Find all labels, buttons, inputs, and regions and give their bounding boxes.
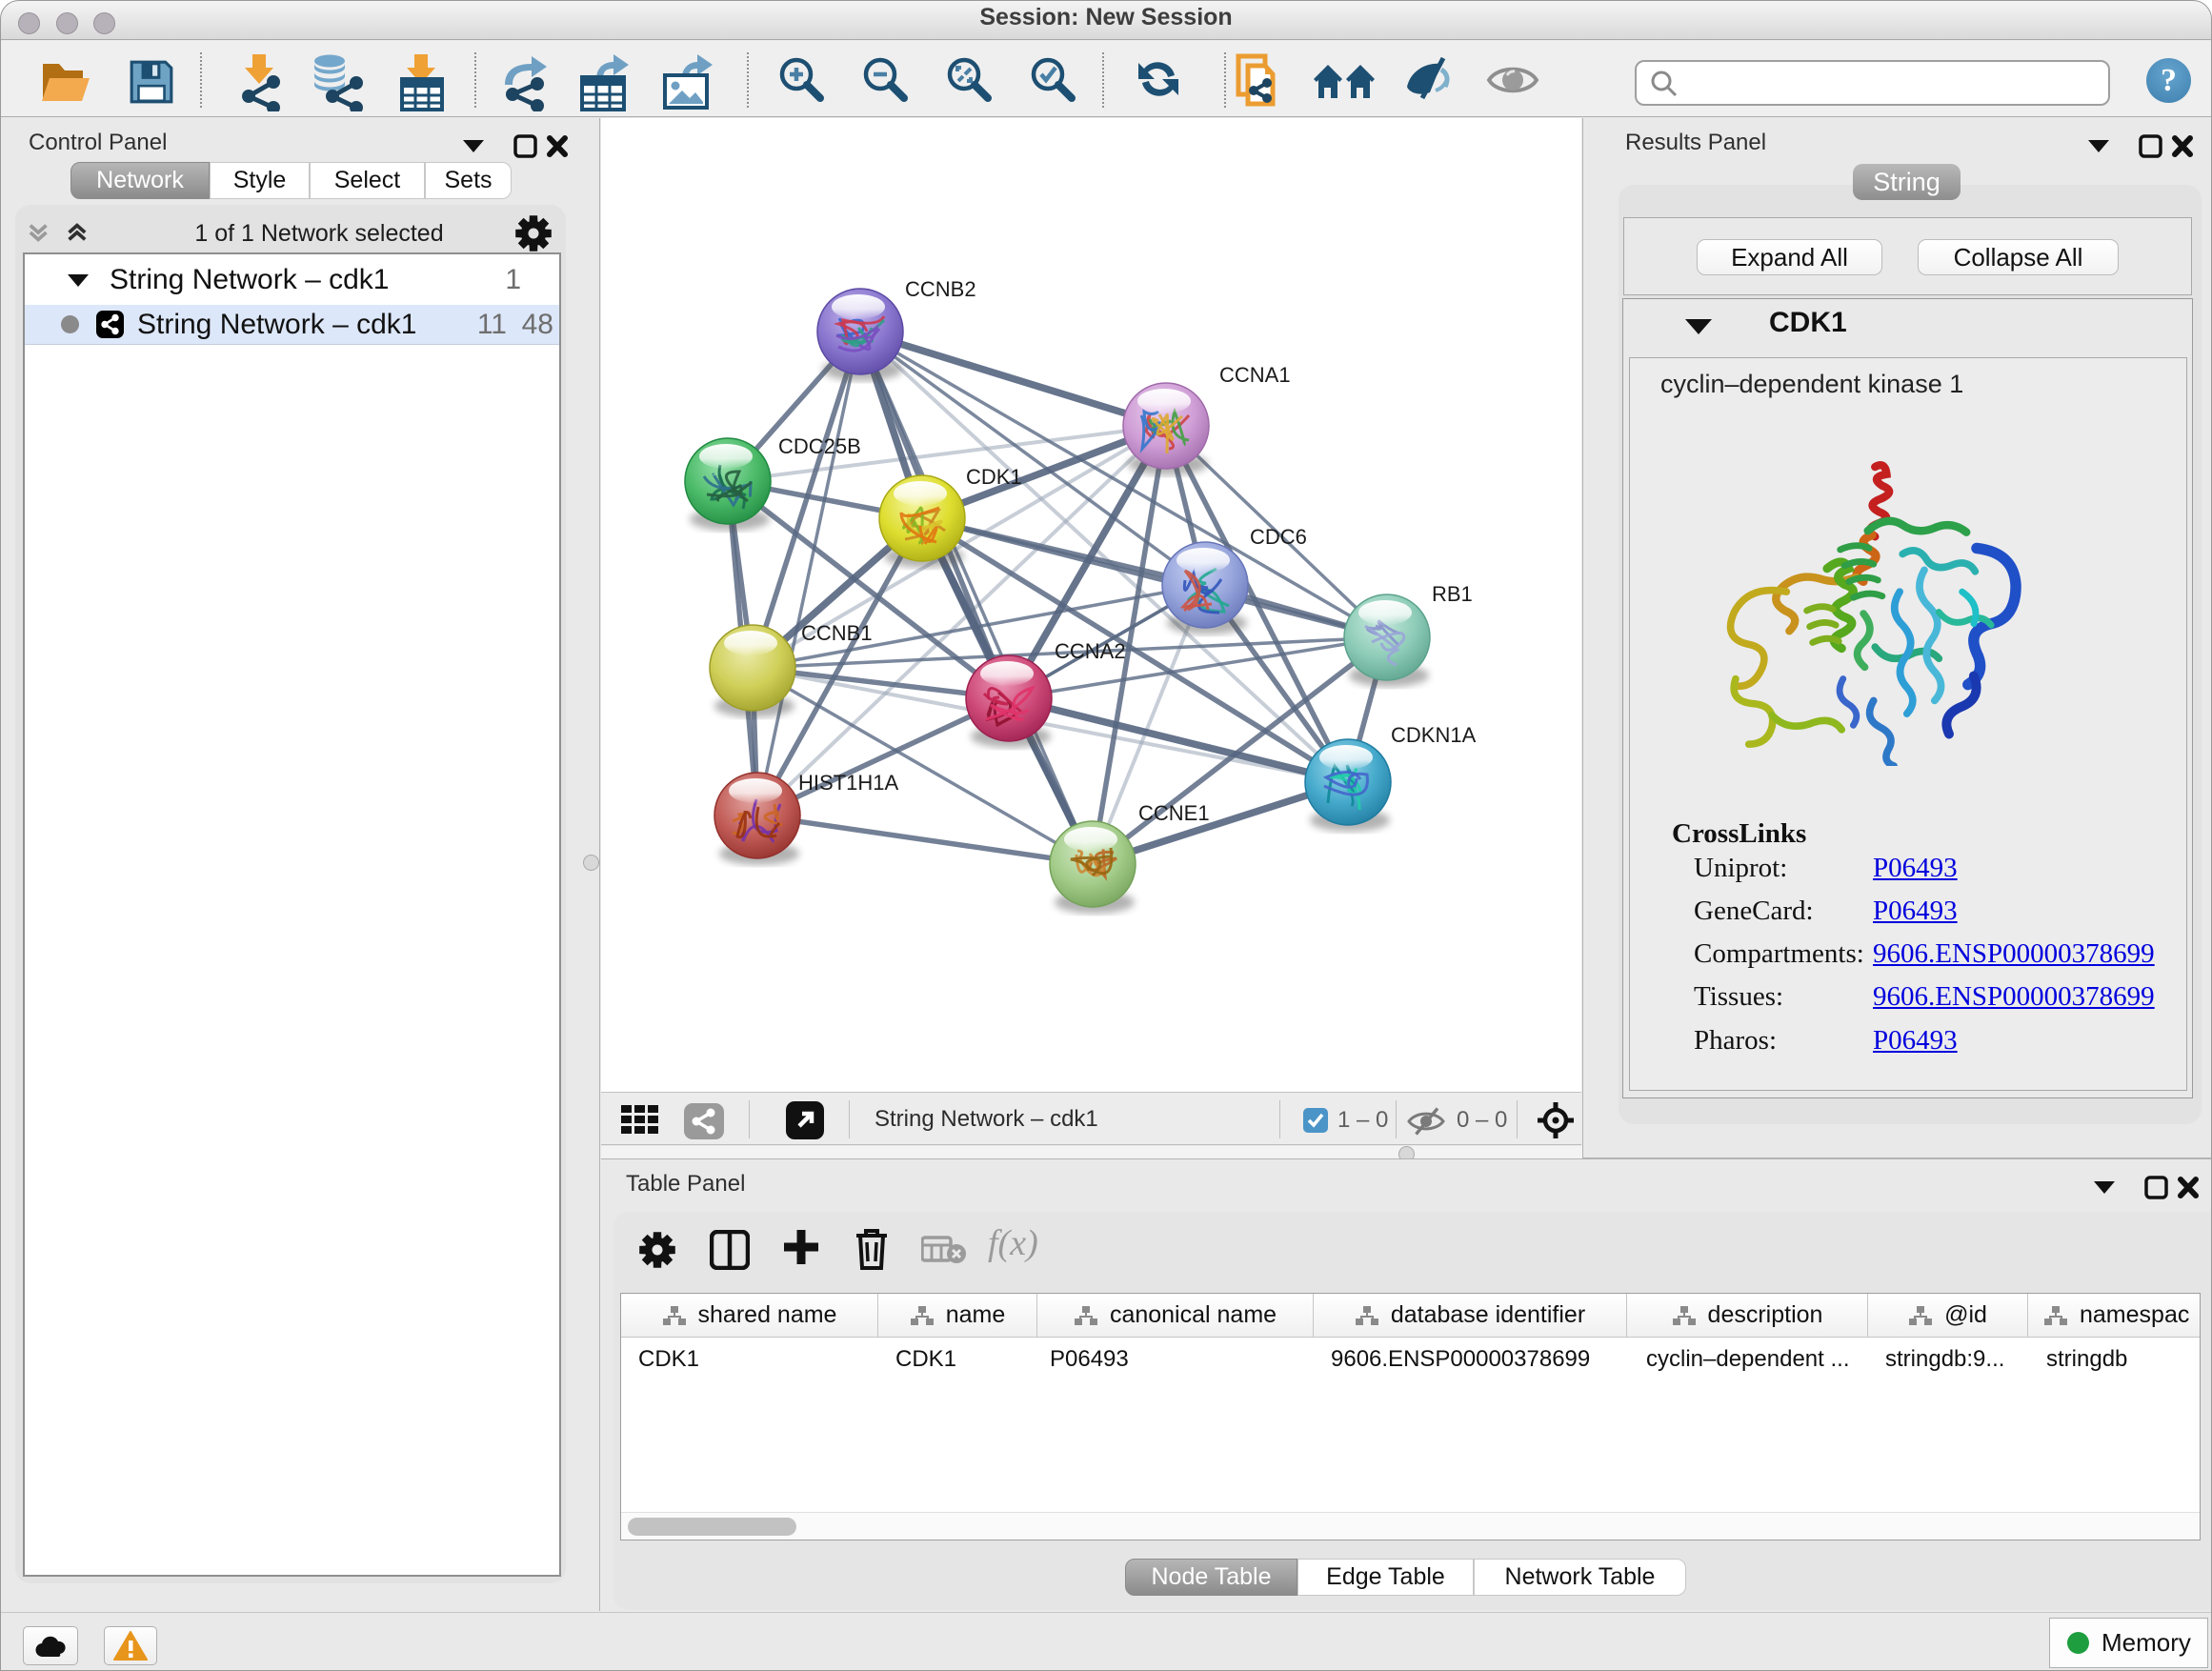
- svg-text:CCNA2: CCNA2: [1055, 639, 1126, 663]
- svg-text:CCNB2: CCNB2: [905, 277, 976, 301]
- svg-text:CDK1: CDK1: [966, 465, 1022, 489]
- svg-text:CDKN1A: CDKN1A: [1391, 723, 1477, 747]
- svg-text:CCNA1: CCNA1: [1219, 363, 1291, 387]
- svg-text:CCNE1: CCNE1: [1138, 801, 1210, 825]
- svg-text:CDC6: CDC6: [1250, 525, 1307, 549]
- svg-text:HIST1H1A: HIST1H1A: [798, 771, 898, 795]
- svg-text:RB1: RB1: [1432, 582, 1473, 606]
- svg-text:CCNB1: CCNB1: [801, 621, 873, 645]
- svg-text:CDC25B: CDC25B: [778, 434, 861, 458]
